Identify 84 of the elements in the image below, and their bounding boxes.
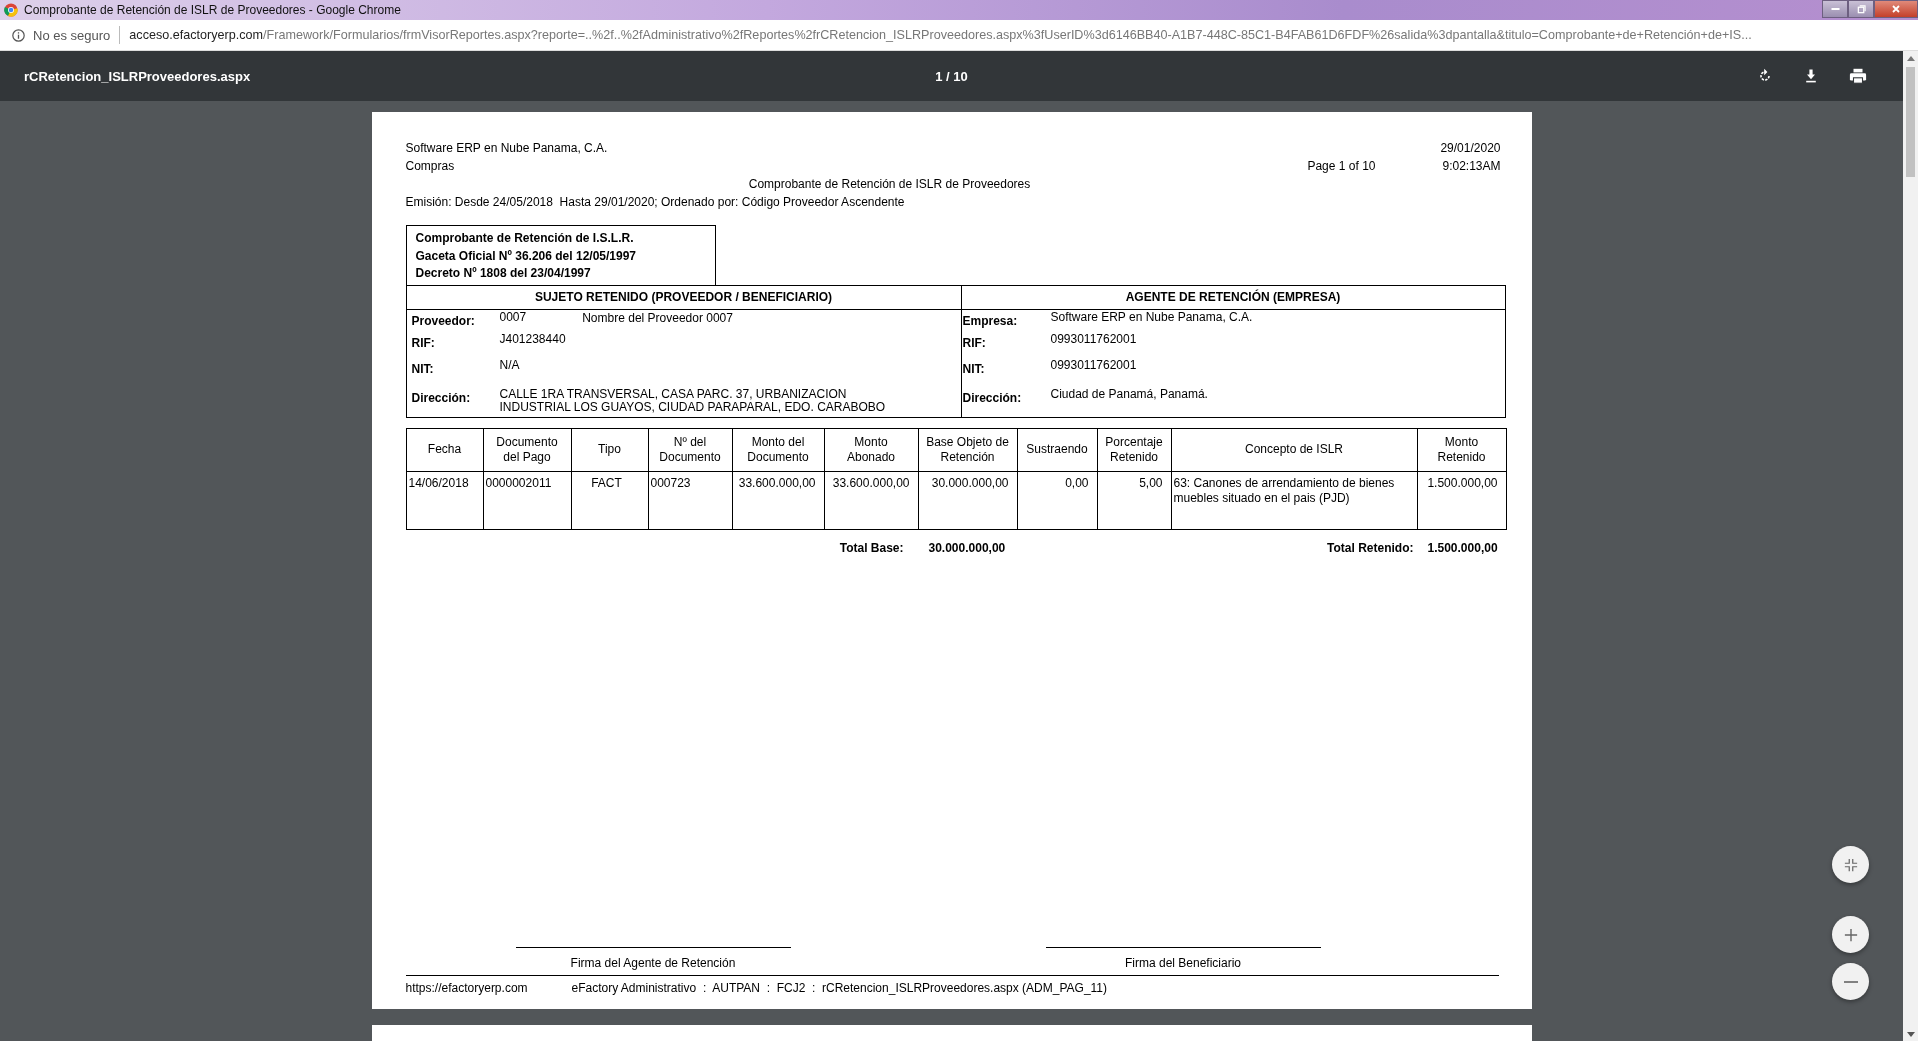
zoom-out-button[interactable] xyxy=(1832,963,1869,1000)
field-label: Dirección: xyxy=(411,389,472,405)
table-cell: 63: Canones de arrendamiento de bienes muebles situado en el pais (PJD) xyxy=(1171,471,1417,529)
legal-text: Decreto Nº 1808 del 23/04/1997 xyxy=(415,265,592,282)
party-heading: SUJETO RETENIDO (PROVEEDOR / BENEFICIARIO) xyxy=(534,289,833,304)
field-label: RIF: xyxy=(962,334,987,350)
scrollbar-thumb[interactable] xyxy=(1906,67,1915,177)
scroll-down-icon[interactable] xyxy=(1906,1032,1915,1037)
column-header: Sustraendo xyxy=(1017,428,1097,471)
field-value: Software ERP en Nube Panama, C.A. xyxy=(1050,310,1253,324)
zoom-in-button[interactable] xyxy=(1832,916,1869,953)
file-name: rCRetencion_ISLRProveedores.aspx xyxy=(24,68,252,84)
emission-line: Emisión: Desde 24/05/2018 Hasta 29/01/2020; Ordenado por: Código Proveedor Ascendente xyxy=(405,195,905,209)
report-date: 29/01/2020 xyxy=(1439,140,1502,157)
party-heading: AGENTE DE RETENCIÓN (EMPRESA) xyxy=(1125,289,1341,304)
column-header: Fecha xyxy=(406,428,483,471)
column-header: Concepto de ISLR xyxy=(1171,428,1417,471)
field-label: Proveedor: xyxy=(411,312,476,328)
legal-text: Gaceta Oficial Nº 36.206 del 12/05/1997 xyxy=(415,247,638,265)
signature-label: Firma del Agente de Retención xyxy=(570,956,736,970)
field-value: 0993011762001 xyxy=(1050,332,1137,346)
field-value: N/A xyxy=(499,358,520,372)
column-header: Monto Retenido xyxy=(1417,428,1506,471)
minus-icon xyxy=(1843,980,1858,983)
footer-info: eFactory Administrativo : AUTPAN : FCJ2 : rCRetencion_ISLRProveedores.aspx (ADM_PAG_11) xyxy=(571,981,1108,995)
page-counter: 1 / 10 xyxy=(934,68,969,84)
table-cell: 5,00 xyxy=(1097,471,1171,529)
field-value: J401238440 xyxy=(499,332,566,346)
column-header: Tipo xyxy=(571,428,648,471)
table-cell: 0000002011 xyxy=(483,471,571,529)
field-value: Ciudad de Panamá, Panamá. xyxy=(1050,387,1208,401)
fit-page-button[interactable] xyxy=(1832,846,1869,883)
column-header: Monto del Documento xyxy=(732,428,824,471)
table-cell: 000723 xyxy=(648,471,732,529)
info-icon[interactable] xyxy=(12,28,25,42)
footer-url: https://efactoryerp.com xyxy=(405,981,529,995)
column-header: Monto Abonado xyxy=(824,428,918,471)
field-label: NIT: xyxy=(411,360,435,376)
report-title: Comprobante de Retención de ISLR de Proveedores xyxy=(748,177,1031,191)
report-time: 9:02:13AM xyxy=(1441,158,1502,175)
field-label: Empresa: xyxy=(962,312,1019,328)
close-icon xyxy=(1891,4,1901,14)
download-icon[interactable] xyxy=(1803,68,1819,84)
minimize-button[interactable] xyxy=(1822,0,1848,18)
security-label: No es seguro xyxy=(33,27,111,43)
print-icon[interactable] xyxy=(1849,67,1867,85)
column-header: Nº del Documento xyxy=(648,428,732,471)
company-name: Software ERP en Nube Panama, C.A. xyxy=(405,140,608,157)
field-value: Nombre del Proveedor 0007 xyxy=(582,310,733,325)
close-button[interactable] xyxy=(1874,0,1918,18)
restore-icon xyxy=(1856,4,1866,14)
browser-logo-icon xyxy=(4,3,18,17)
table-cell: 0,00 xyxy=(1017,471,1097,529)
total-label: Total Retenido: xyxy=(1326,540,1414,555)
field-value: 0993011762001 xyxy=(1050,358,1137,372)
department-name: Compras xyxy=(405,158,455,175)
signature-label: Firma del Beneficiario xyxy=(1124,956,1241,970)
scroll-up-icon[interactable] xyxy=(1906,56,1915,61)
window-title: Comprobante de Retención de ISLR de Proveedores - Google Chrome xyxy=(24,3,401,17)
field-label: RIF: xyxy=(411,334,436,350)
table-cell: 14/06/2018 xyxy=(406,471,483,529)
maximize-button[interactable] xyxy=(1848,0,1874,18)
total-value: 30.000.000,00 xyxy=(928,540,1007,555)
field-value: 0007 xyxy=(499,310,527,324)
rotate-icon[interactable] xyxy=(1757,68,1773,84)
field-label: Dirección: xyxy=(962,389,1023,405)
table-cell: 1.500.000,00 xyxy=(1417,471,1506,529)
table-cell: 33.600.000,00 xyxy=(732,471,824,529)
column-header: Documento del Pago xyxy=(483,428,571,471)
plus-icon xyxy=(1843,927,1858,942)
fit-page-icon xyxy=(1843,857,1858,872)
page-number: Page 1 of 10 xyxy=(1307,158,1376,175)
legal-text: Comprobante de Retención de I.S.L.R. xyxy=(415,230,635,247)
minimize-icon xyxy=(1830,8,1840,10)
url-text: acceso.efactoryerp.com/Framework/Formularios/frmVisorReportes.aspx?reporte=..%2f..%2fAdministrativo%2fReportes%2frCRetencion_ISLRProveedores.aspx%3fUserID%3d6146BB40-A1B7-448C-85C1-B4FAB61D6FDF%26salida%3dpantalla&titulo=Comprobante+de+Retención+de+IS... xyxy=(129,28,1752,42)
field-label: NIT: xyxy=(962,360,986,376)
column-header: Porcentaje Retenido xyxy=(1097,428,1171,471)
total-label: Total Base: xyxy=(838,540,904,555)
table-cell: FACT xyxy=(571,471,648,529)
table-cell: 30.000.000,00 xyxy=(918,471,1017,529)
total-value: 1.500.000,00 xyxy=(1427,540,1498,555)
column-header: Base Objeto de Retención xyxy=(918,428,1017,471)
table-cell: 33.600.000,00 xyxy=(824,471,918,529)
field-value: CALLE 1RA TRANSVERSAL, CASA PARC. 37, URBANIZACION INDUSTRIAL LOS GUAYOS, CIUDAD PARAPARAL, EDO. CARABOBO xyxy=(499,387,887,414)
